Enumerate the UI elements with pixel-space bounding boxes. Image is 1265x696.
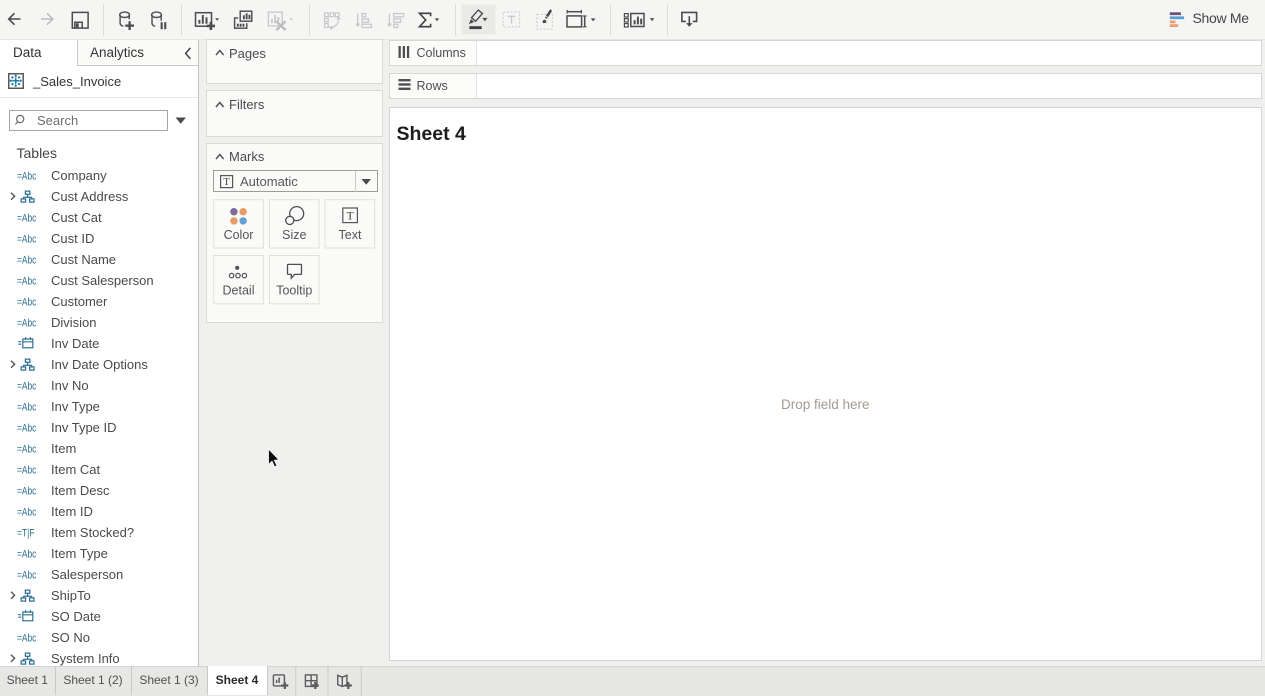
svg-text:Cust Cat: Cust Cat [51,210,102,225]
svg-text:Salesperson: Salesperson [51,567,123,582]
svg-text:Item Type: Item Type [51,546,108,561]
svg-text:ShipTo: ShipTo [51,588,91,603]
svg-text:Inv Date Options: Inv Date Options [51,357,148,372]
svg-text:=Abc: =Abc [17,632,37,644]
svg-text:Customer: Customer [51,294,108,309]
svg-text:=Abc: =Abc [17,548,37,560]
svg-text:=Abc: =Abc [17,401,37,413]
svg-text:=T|F: =T|F [17,527,35,539]
svg-text:T: T [223,177,230,188]
svg-text:=Abc: =Abc [17,233,37,245]
svg-text:=Abc: =Abc [17,380,37,392]
svg-text:Text: Text [339,228,362,242]
svg-text:Cust Salesperson: Cust Salesperson [51,273,154,288]
svg-text:Detail: Detail [223,284,255,298]
svg-text:=Abc: =Abc [17,296,37,308]
svg-text:=Abc: =Abc [17,485,37,497]
svg-text:=Abc: =Abc [17,422,37,434]
svg-text:=Abc: =Abc [17,275,37,287]
svg-text:Tooltip: Tooltip [276,284,312,298]
svg-text:=Abc: =Abc [17,212,37,224]
svg-text:Item Desc: Item Desc [51,483,110,498]
svg-text:=Abc: =Abc [17,443,37,455]
svg-text:System Info: System Info [51,651,120,666]
svg-text:Item ID: Item ID [51,504,93,519]
svg-text:=Abc: =Abc [17,254,37,266]
svg-text:=Abc: =Abc [17,464,37,476]
svg-text:Division: Division [51,315,97,330]
svg-text:Inv No: Inv No [51,378,89,393]
svg-text:Cust ID: Cust ID [51,231,94,246]
svg-text:=Abc: =Abc [17,170,37,182]
svg-text:Size: Size [282,228,306,242]
svg-text:Item Cat: Item Cat [51,462,101,477]
svg-text:Color: Color [224,228,254,242]
svg-text:Cust Name: Cust Name [51,252,116,267]
svg-text:SO Date: SO Date [51,609,101,624]
svg-text:Inv Type: Inv Type [51,399,100,414]
svg-text:Inv Date: Inv Date [51,336,99,351]
svg-text:T: T [347,209,355,223]
svg-text:Company: Company [51,168,107,183]
svg-text:Item Stocked?: Item Stocked? [51,525,134,540]
svg-text:Item: Item [51,441,76,456]
svg-text:Inv Type ID: Inv Type ID [51,420,117,435]
svg-text:Cust Address: Cust Address [51,189,129,204]
svg-text:SO No: SO No [51,630,90,645]
svg-text:=Abc: =Abc [17,506,37,518]
svg-text:=Abc: =Abc [17,317,37,329]
svg-text:=Abc: =Abc [17,569,37,581]
